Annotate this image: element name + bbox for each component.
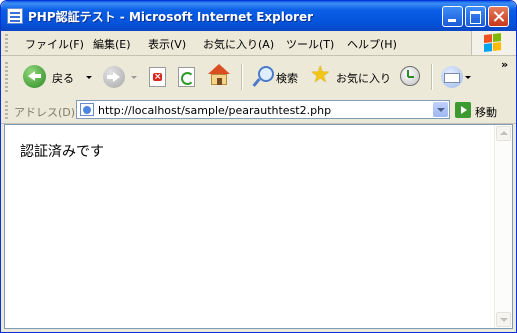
- document-icon: [7, 8, 23, 24]
- scroll-up-button[interactable]: [496, 126, 511, 141]
- search-label: 検索: [276, 72, 298, 85]
- search-button[interactable]: 検索: [247, 65, 303, 89]
- windows-logo: [471, 31, 516, 55]
- menu-tools[interactable]: ツール(T): [286, 36, 334, 52]
- chevron-down-icon[interactable]: [131, 76, 137, 79]
- home-button[interactable]: [206, 64, 232, 88]
- address-input[interactable]: http://localhost/sample/pearauthtest2.ph…: [76, 100, 450, 119]
- page-icon: [80, 103, 94, 116]
- toolbar-grip[interactable]: [5, 62, 8, 92]
- history-icon: [400, 66, 420, 86]
- address-label: アドレス(D): [14, 106, 76, 119]
- window-title: PHP認証テスト - Microsoft Internet Explorer: [28, 10, 314, 24]
- menu-favorites[interactable]: お気に入り(A): [203, 36, 274, 52]
- favorites-button[interactable]: ★ お気に入り: [306, 62, 394, 89]
- minimize-button[interactable]: [442, 6, 463, 27]
- scroll-down-button[interactable]: [496, 312, 511, 327]
- address-bar: アドレス(D) http://localhost/sample/pearauth…: [1, 98, 516, 124]
- refresh-button[interactable]: [177, 66, 197, 88]
- toolbar-separator: [241, 64, 243, 90]
- forward-button[interactable]: [101, 65, 137, 89]
- stop-button[interactable]: ×: [148, 66, 168, 88]
- chevron-down-icon[interactable]: [86, 76, 92, 79]
- windows-flag-icon: [484, 33, 502, 53]
- menu-help[interactable]: ヘルプ(H): [347, 36, 397, 52]
- chevron-down-icon[interactable]: [465, 76, 471, 79]
- toolbar-overflow-chevron[interactable]: »: [501, 58, 508, 71]
- forward-arrow-icon: [103, 66, 125, 88]
- browser-window: PHP認証テスト - Microsoft Internet Explorer フ…: [0, 0, 517, 333]
- title-bar[interactable]: PHP認証テスト - Microsoft Internet Explorer: [1, 1, 516, 31]
- menu-view[interactable]: 表示(V): [148, 36, 186, 52]
- mail-icon: [441, 66, 463, 88]
- close-button[interactable]: [488, 6, 509, 27]
- star-icon: ★: [310, 62, 331, 88]
- go-button[interactable]: 移動: [475, 104, 497, 120]
- home-icon: [208, 64, 230, 86]
- toolbar-grip[interactable]: [5, 101, 8, 119]
- vertical-scrollbar[interactable]: [494, 125, 512, 328]
- go-arrow-icon[interactable]: [455, 102, 471, 118]
- favorites-label: お気に入り: [336, 72, 391, 85]
- toolbar-grip[interactable]: [5, 34, 8, 52]
- menu-bar: ファイル(F) 編集(E) 表示(V) お気に入り(A) ツール(T) ヘルプ(…: [1, 31, 516, 56]
- maximize-button[interactable]: [465, 6, 486, 27]
- back-arrow-icon: [23, 65, 46, 88]
- history-button[interactable]: [398, 65, 424, 89]
- stop-icon: ×: [149, 67, 166, 87]
- address-url: http://localhost/sample/pearauthtest2.ph…: [98, 104, 332, 117]
- refresh-icon: [178, 67, 195, 87]
- search-icon: [252, 66, 274, 88]
- auth-message: 認証済みです: [20, 144, 104, 160]
- menu-edit[interactable]: 編集(E): [93, 36, 131, 52]
- page-content: 認証済みです: [4, 124, 513, 329]
- toolbar-separator: [431, 64, 433, 90]
- standard-toolbar: 戻る × 検索 ★ お気に入り »: [1, 56, 516, 99]
- back-label: 戻る: [52, 72, 74, 85]
- back-button[interactable]: 戻る: [23, 65, 95, 89]
- menu-file[interactable]: ファイル(F): [25, 36, 84, 52]
- address-dropdown-button[interactable]: [433, 102, 448, 117]
- mail-button[interactable]: [438, 65, 471, 89]
